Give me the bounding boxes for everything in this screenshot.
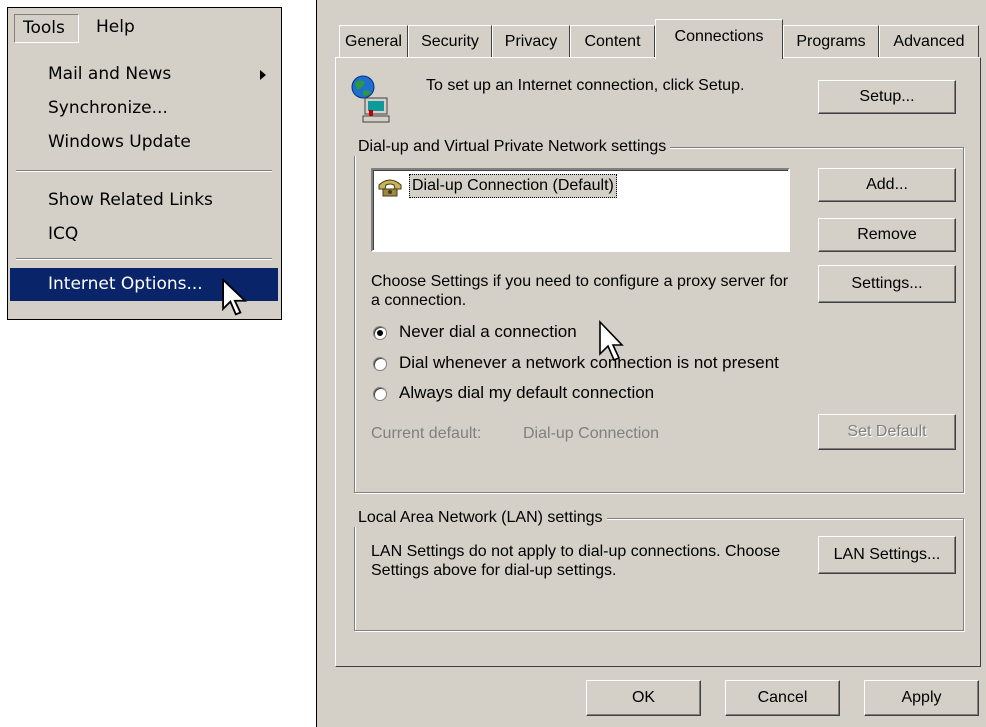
list-item-label: Dial-up Connection (Default) (409, 174, 617, 198)
always-dial-radio[interactable] (373, 387, 387, 401)
always-dial-label[interactable]: Always dial my default connection (399, 383, 654, 403)
never-dial-label[interactable]: Never dial a connection (399, 322, 577, 342)
tab-security[interactable]: Security (408, 25, 492, 58)
menu-item-mail-and-news[interactable]: Mail and News (10, 58, 278, 91)
lan-group-title: Local Area Network (LAN) settings (354, 509, 607, 527)
menu-item-show-related-links[interactable]: Show Related Links (10, 184, 278, 217)
tab-general[interactable]: General (339, 25, 408, 58)
menubar: Tools Help (8, 8, 281, 46)
lan-settings-description: LAN Settings do not apply to dial-up con… (371, 543, 781, 579)
tab-privacy[interactable]: Privacy (492, 25, 570, 58)
tab-programs[interactable]: Programs (783, 25, 879, 58)
proxy-settings-description: Choose Settings if you need to configure… (371, 273, 789, 309)
never-dial-radio[interactable] (373, 326, 387, 340)
apply-button[interactable]: Apply (864, 680, 979, 716)
ok-button[interactable]: OK (586, 680, 701, 716)
menu-item-internet-options[interactable]: Internet Options... (10, 268, 278, 301)
connections-listbox[interactable]: Dial-up Connection (Default) (371, 168, 790, 252)
menu-separator (16, 258, 272, 260)
tools-dropdown: Mail and News Synchronize... Windows Upd… (10, 48, 278, 306)
dial-when-no-network-radio[interactable] (373, 357, 387, 371)
settings-button[interactable]: Settings... (818, 265, 956, 303)
menu-item-synchronize[interactable]: Synchronize... (10, 92, 278, 125)
cancel-button[interactable]: Cancel (725, 680, 840, 716)
tools-menu-panel: Tools Help Mail and News Synchronize... … (7, 7, 282, 320)
dial-when-no-network-label[interactable]: Dial whenever a network connection is no… (399, 353, 779, 373)
menu-item-label: Mail and News (48, 64, 172, 84)
internet-options-dialog: General Security Privacy Content Connect… (316, 0, 986, 727)
tab-connections[interactable]: Connections (655, 19, 783, 59)
menu-item-icq[interactable]: ICQ (10, 218, 278, 251)
setup-button[interactable]: Setup... (818, 80, 956, 114)
set-default-button[interactable]: Set Default (818, 414, 956, 450)
menu-item-windows-update[interactable]: Windows Update (10, 126, 278, 159)
chevron-right-icon (260, 70, 266, 80)
current-default-value: Dial-up Connection (523, 425, 660, 442)
lan-settings-button[interactable]: LAN Settings... (818, 536, 956, 574)
tab-advanced[interactable]: Advanced (879, 25, 979, 58)
menubar-tools[interactable]: Tools (14, 14, 79, 43)
current-default-label: Current default: (371, 425, 482, 442)
network-computer-icon (351, 75, 390, 123)
dialup-group-title: Dial-up and Virtual Private Network sett… (354, 138, 671, 156)
menu-separator (16, 170, 272, 172)
add-button[interactable]: Add... (818, 168, 956, 202)
remove-button[interactable]: Remove (818, 218, 956, 252)
connections-tab-page: To set up an Internet connection, click … (335, 57, 981, 667)
tab-content[interactable]: Content (570, 25, 655, 58)
dialup-phone-icon (378, 179, 402, 197)
menubar-help[interactable]: Help (88, 14, 148, 43)
setup-description: To set up an Internet connection, click … (426, 77, 745, 94)
